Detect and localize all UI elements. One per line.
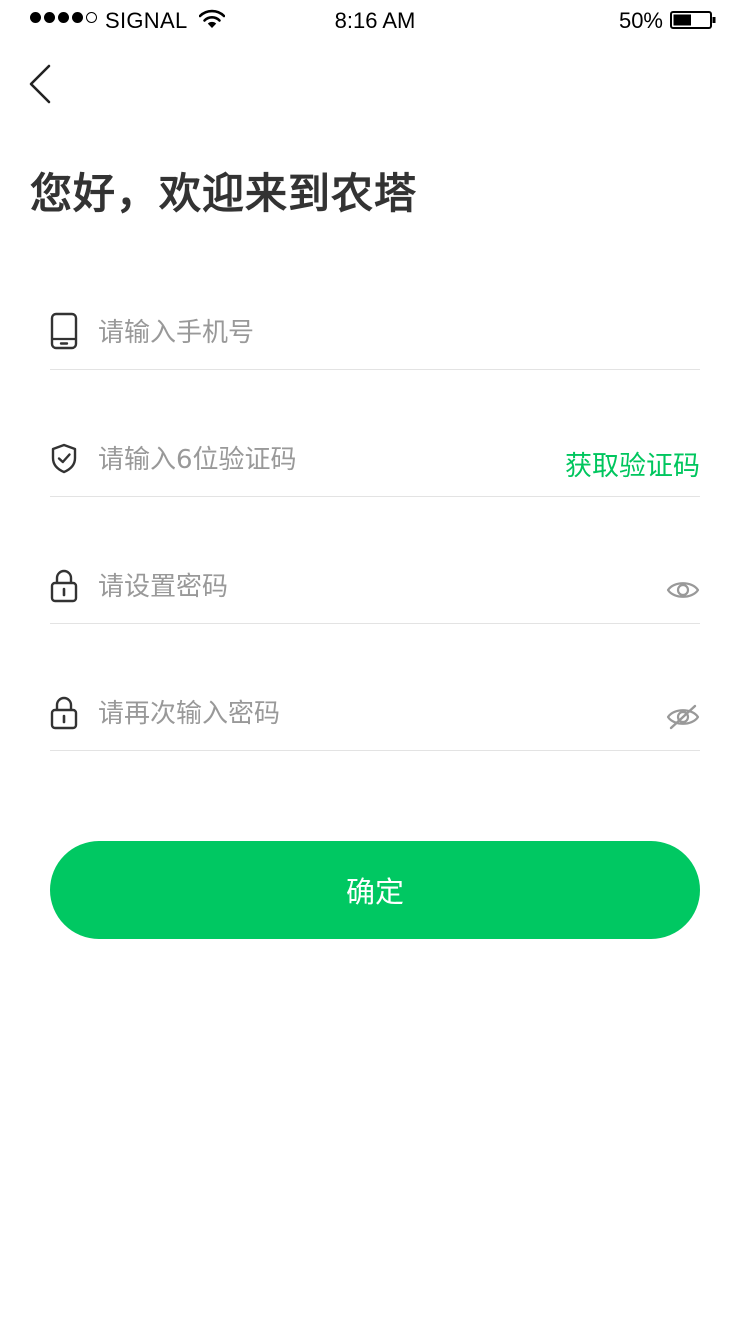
- status-bar: SIGNAL 8:16 AM 50%: [0, 0, 750, 40]
- code-field-row: 获取验证码: [50, 427, 700, 497]
- eye-off-icon[interactable]: [666, 703, 700, 731]
- confirm-password-field-row: [50, 681, 700, 751]
- lock-icon: [50, 696, 78, 730]
- password-field-row: [50, 554, 700, 624]
- phone-input[interactable]: [98, 310, 688, 356]
- register-screen: SIGNAL 8:16 AM 50% 您好，欢迎来到农塔 请输入手机号 请输入6…: [0, 0, 750, 1334]
- shield-check-icon: [51, 443, 77, 474]
- phone-icon: [50, 312, 78, 350]
- battery-fill: [673, 14, 691, 26]
- battery-percent: 50%: [618, 8, 663, 33]
- battery-icon: [670, 11, 716, 29]
- lock-icon: [50, 569, 78, 603]
- password-input[interactable]: [98, 564, 638, 610]
- back-button[interactable]: [22, 60, 62, 110]
- confirm-password-input[interactable]: [98, 691, 638, 737]
- chevron-left-icon: [29, 64, 51, 104]
- page-title: 您好，欢迎来到农塔: [30, 169, 418, 218]
- eye-icon[interactable]: [666, 576, 700, 604]
- confirm-button[interactable]: 确定: [50, 841, 700, 939]
- code-input[interactable]: [98, 437, 538, 483]
- phone-field-row: [50, 300, 700, 370]
- get-code-button[interactable]: 获取验证码: [565, 444, 700, 483]
